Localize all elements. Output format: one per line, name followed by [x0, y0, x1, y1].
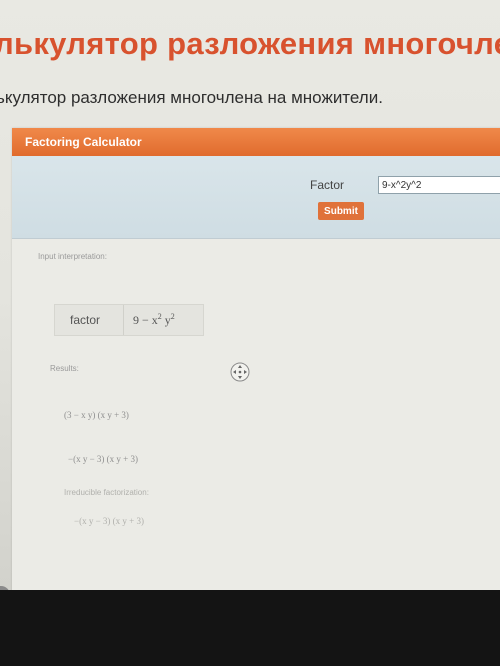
- submit-button[interactable]: Submit: [318, 202, 364, 220]
- result-item-1: (3 − x y) (x y + 3): [64, 410, 129, 420]
- widget-form: Factor Submit: [12, 156, 500, 239]
- input-interpretation-label: Input interpretation:: [38, 252, 107, 261]
- result-item-2: −(x y − 3) (x y + 3): [68, 454, 138, 464]
- expr-variable: y: [161, 313, 171, 327]
- interpretation-divider: [123, 305, 124, 335]
- page-subtitle: ькулятор разложения многочлена на множит…: [0, 88, 383, 107]
- factoring-calculator-widget: Factoring Calculator Factor Submit Input…: [12, 128, 500, 590]
- move-icon[interactable]: [230, 362, 250, 382]
- page-title: лькулятор разложения многочле: [0, 26, 500, 61]
- widget-title: Factoring Calculator: [12, 128, 500, 156]
- interpretation-expression: 9 − x2 y2: [133, 312, 175, 328]
- expr-base: 9 − x: [133, 313, 158, 327]
- close-icon[interactable]: ×: [0, 586, 10, 590]
- interpretation-factor-word: factor: [70, 313, 101, 327]
- factor-input[interactable]: [378, 176, 500, 194]
- expr-exponent-2: 2: [170, 312, 175, 321]
- irreducible-value: −(x y − 3) (x y + 3): [74, 516, 144, 526]
- browser-viewport: лькулятор разложения многочле ькулятор р…: [0, 0, 500, 590]
- factor-label: Factor: [310, 178, 345, 192]
- results-label: Results:: [50, 364, 79, 373]
- interpretation-box: factor 9 − x2 y2: [54, 304, 204, 336]
- irreducible-label: Irreducible factorization:: [64, 488, 149, 497]
